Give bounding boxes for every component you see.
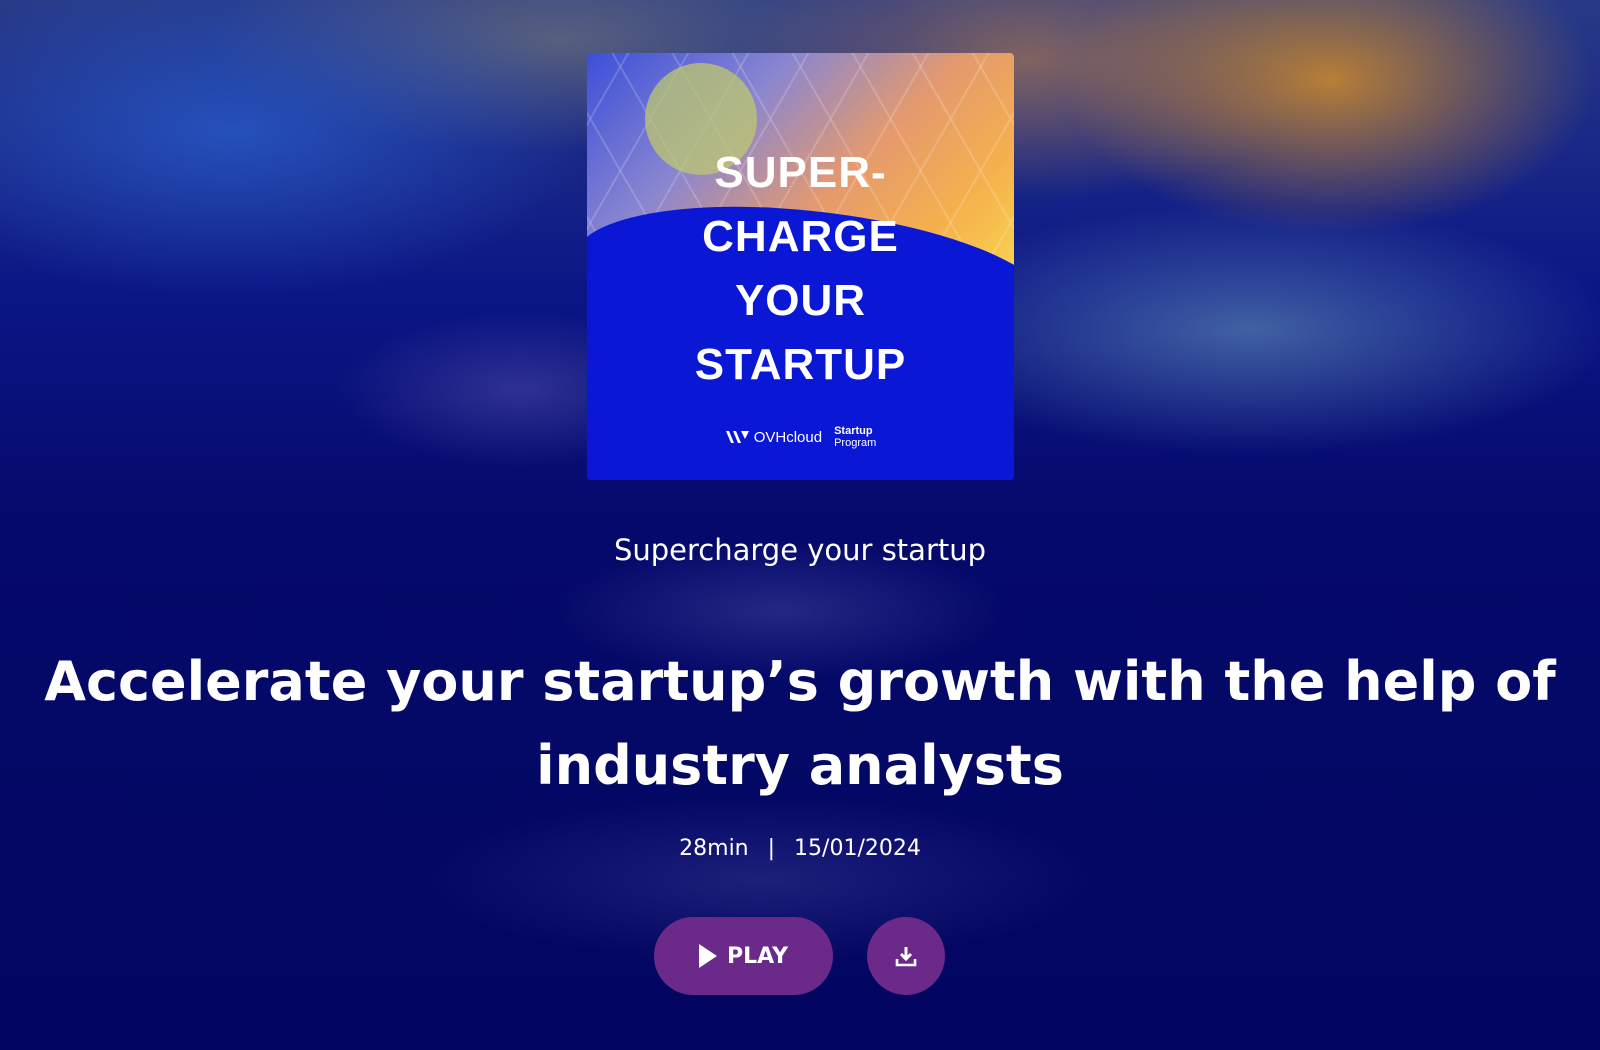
play-button[interactable]: PLAY <box>654 917 833 995</box>
cover-title: SUPER- CHARGE YOUR STARTUP <box>587 141 1014 397</box>
episode-meta: 28min | 15/01/2024 <box>0 836 1600 861</box>
cover-title-line: STARTUP <box>694 340 907 389</box>
cover-title-line: CHARGE <box>702 212 899 261</box>
program-label: Startup Program <box>834 425 876 449</box>
cover-title-line: YOUR <box>734 276 867 325</box>
program-line1: Startup <box>834 425 873 437</box>
download-button[interactable] <box>867 917 945 995</box>
ovhcloud-logo: OVHcloud <box>725 429 822 446</box>
download-icon <box>895 947 917 967</box>
podcast-name: Supercharge your startup <box>613 533 987 567</box>
episode-duration: 28min <box>679 836 749 861</box>
play-icon <box>699 944 717 968</box>
cover-title-line: SUPER- <box>714 148 887 197</box>
program-line2: Program <box>834 437 877 449</box>
podcast-cover-art: SUPER- CHARGE YOUR STARTUP OVHcloud Star… <box>587 53 1014 480</box>
brand-name: OVHcloud <box>753 428 823 446</box>
episode-title: Accelerate your startup’s growth with th… <box>44 650 1556 797</box>
cover-brand: OVHcloud Startup Program <box>587 425 1014 449</box>
ovhcloud-logo-icon <box>725 431 749 443</box>
episode-date: 15/01/2024 <box>794 836 921 861</box>
meta-separator: | <box>767 836 776 861</box>
play-label: PLAY <box>727 943 788 969</box>
